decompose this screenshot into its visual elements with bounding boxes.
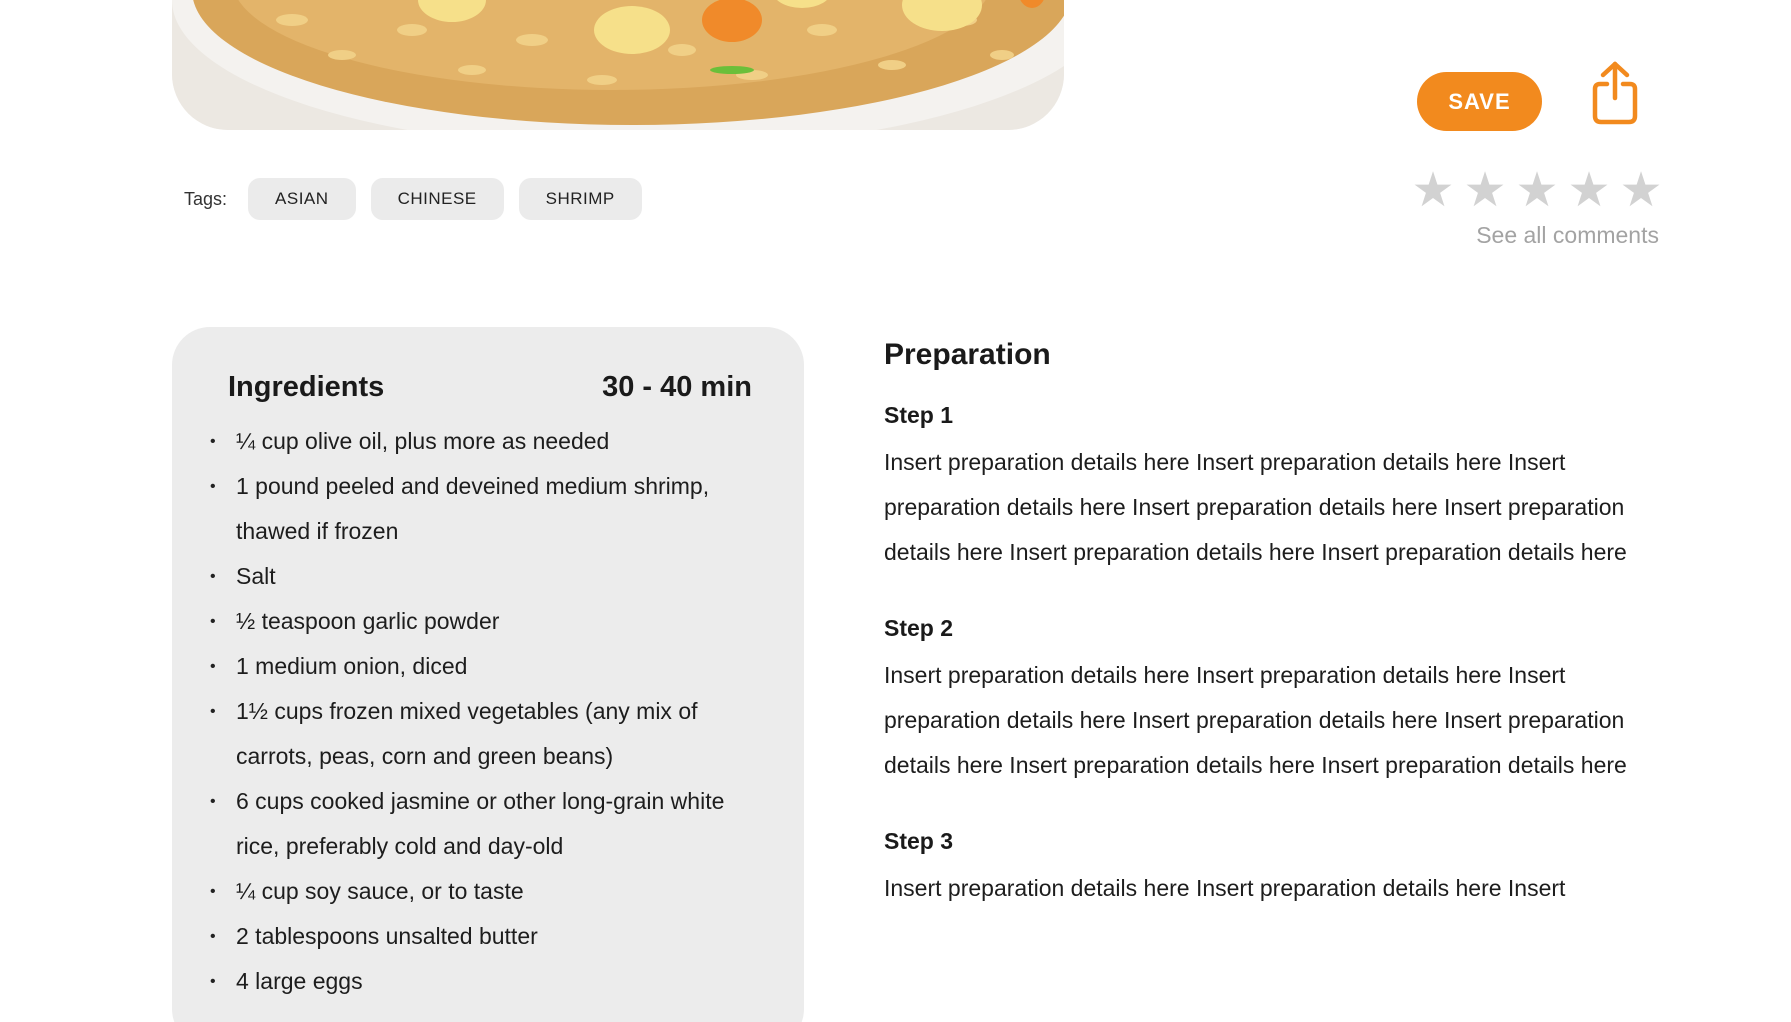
step-text: Insert preparation details here Insert p… xyxy=(884,449,1627,565)
tag-shrimp[interactable]: SHRIMP xyxy=(518,178,642,220)
save-button[interactable]: SAVE xyxy=(1417,72,1542,131)
step-block: Step 3 Insert preparation details here I… xyxy=(884,826,1644,911)
step-text: Insert preparation details here Insert p… xyxy=(884,662,1627,778)
share-button[interactable] xyxy=(1590,60,1640,126)
star-icon[interactable]: ★ xyxy=(1619,167,1663,215)
tag-chinese[interactable]: CHINESE xyxy=(370,178,504,220)
hero-image xyxy=(172,0,1064,130)
star-rating: ★ ★ ★ ★ ★ xyxy=(1411,167,1663,215)
list-item: ¼ cup soy sauce, or to taste xyxy=(210,869,770,914)
step-title: Step 3 xyxy=(884,828,954,854)
preparation-section: Preparation Step 1 Insert preparation de… xyxy=(884,338,1644,949)
fried-rice-photo xyxy=(172,0,1064,130)
tag-asian[interactable]: ASIAN xyxy=(248,178,356,220)
list-item: 1 medium onion, diced xyxy=(210,644,770,689)
list-item: 6 cups cooked jasmine or other long-grai… xyxy=(210,779,770,869)
star-icon[interactable]: ★ xyxy=(1411,167,1455,215)
tag-list: Tags: ASIAN CHINESE SHRIMP xyxy=(184,178,642,220)
step-block: Step 2 Insert preparation details here I… xyxy=(884,613,1644,788)
step-block: Step 1 Insert preparation details here I… xyxy=(884,400,1644,575)
list-item: Salt xyxy=(210,554,770,599)
cook-time: 30 - 40 min xyxy=(602,371,752,403)
list-item: 4 large eggs xyxy=(210,959,770,1004)
step-text: Insert preparation details here Insert p… xyxy=(884,875,1566,901)
list-item: 1 pound peeled and deveined medium shrim… xyxy=(210,464,770,554)
share-icon xyxy=(1592,61,1638,125)
ingredient-list: ¼ cup olive oil, plus more as needed 1 p… xyxy=(210,419,770,1004)
star-icon[interactable]: ★ xyxy=(1463,167,1507,215)
list-item: ½ teaspoon garlic powder xyxy=(210,599,770,644)
step-title: Step 1 xyxy=(884,402,954,428)
star-icon[interactable]: ★ xyxy=(1515,167,1559,215)
star-icon[interactable]: ★ xyxy=(1567,167,1611,215)
step-title: Step 2 xyxy=(884,615,954,641)
list-item: 2 tablespoons unsalted butter xyxy=(210,914,770,959)
preparation-title: Preparation xyxy=(884,338,1051,371)
see-all-comments-link[interactable]: See all comments xyxy=(1476,222,1659,249)
list-item: 1½ cups frozen mixed vegetables (any mix… xyxy=(210,689,770,779)
tags-label: Tags: xyxy=(184,188,228,209)
recipe-page: Tags: ASIAN CHINESE SHRIMP SAVE ★ ★ ★ ★ … xyxy=(0,0,1791,1022)
ingredients-title: Ingredients xyxy=(228,371,385,403)
ingredients-card: Ingredients 30 - 40 min ¼ cup olive oil,… xyxy=(172,327,804,1022)
list-item: ¼ cup olive oil, plus more as needed xyxy=(210,419,770,464)
